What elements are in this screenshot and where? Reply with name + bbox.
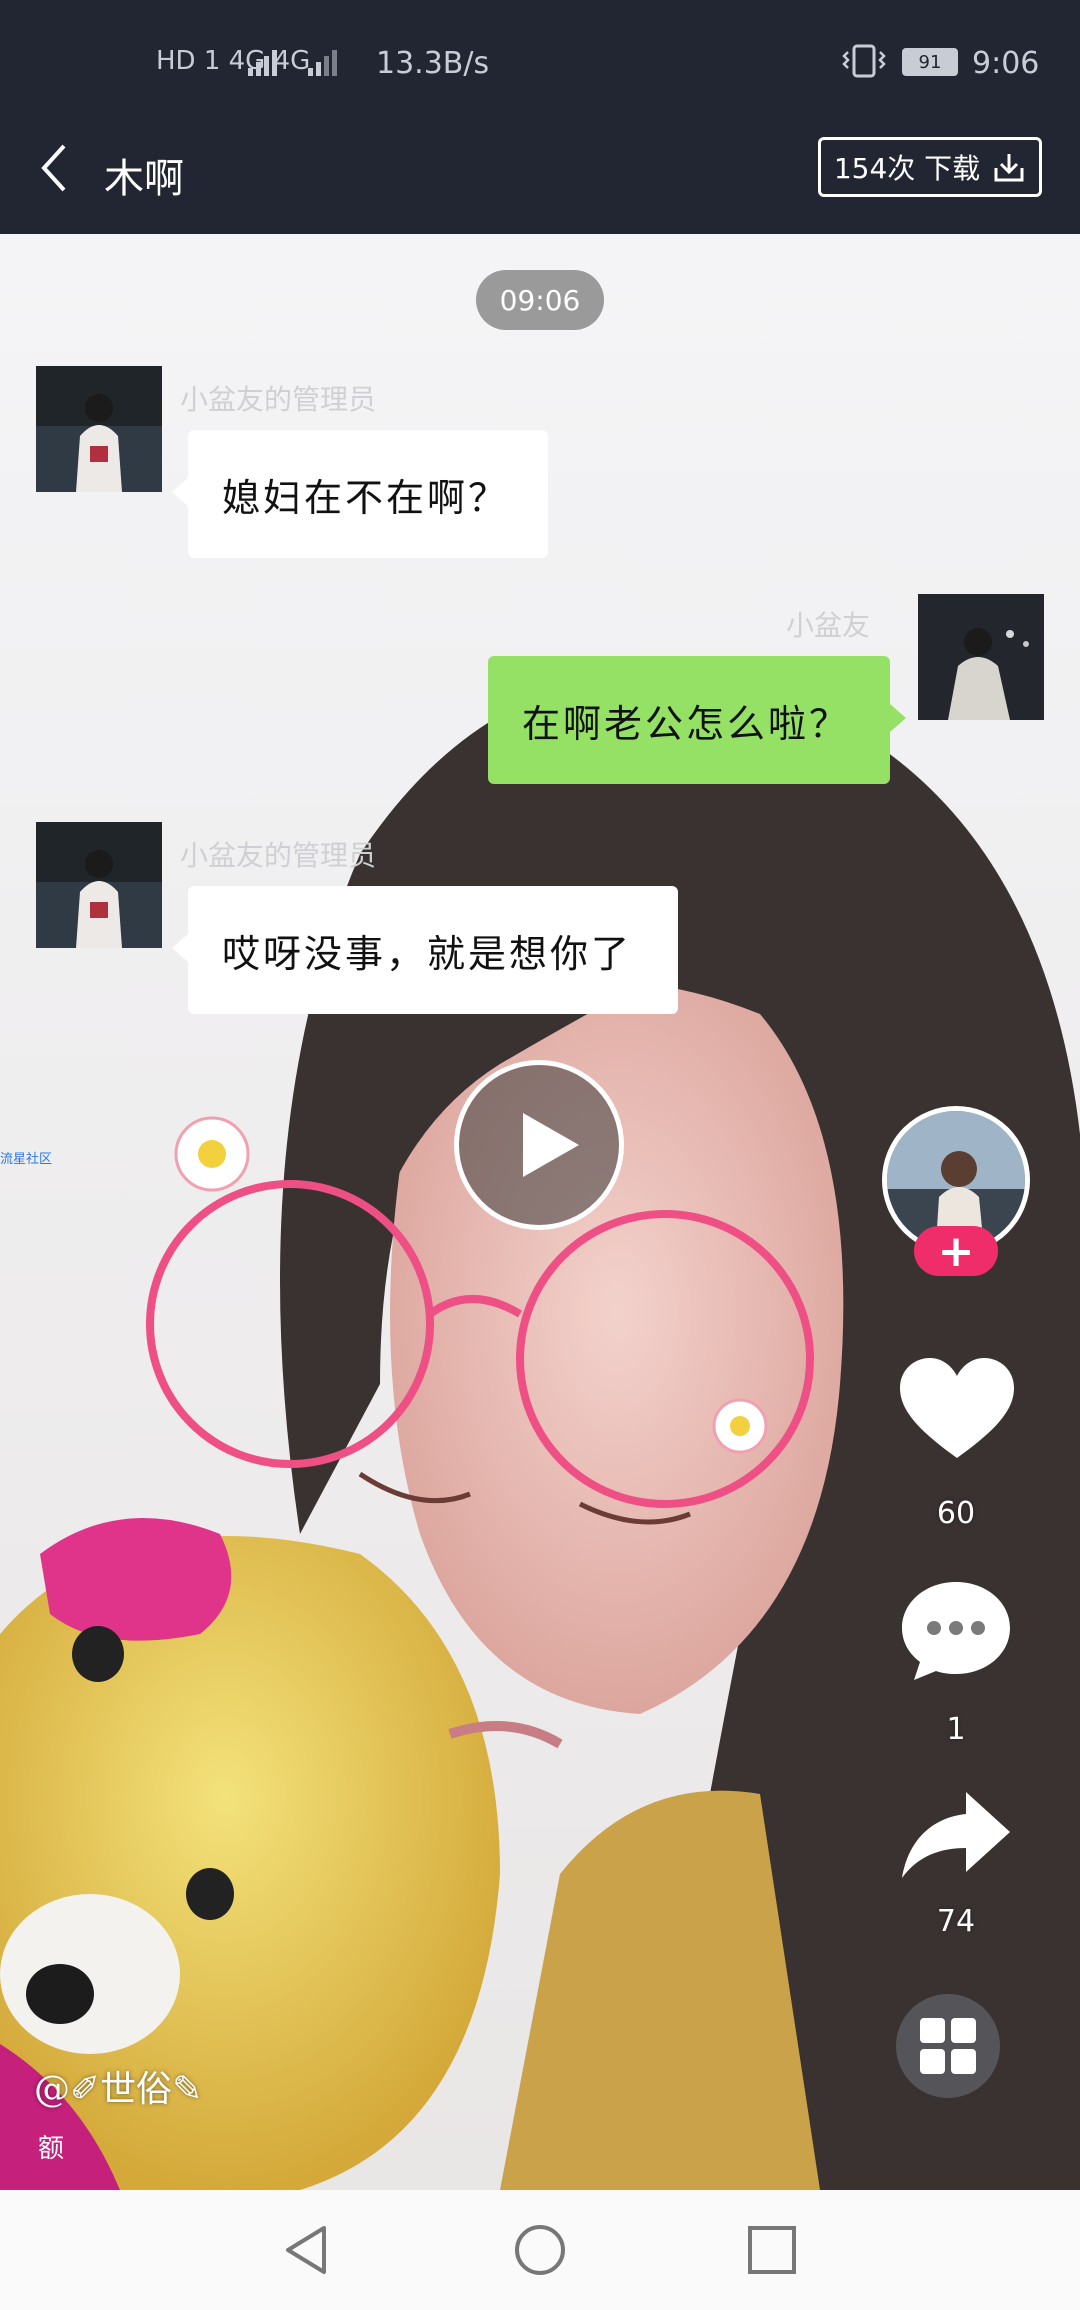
nav-back-icon[interactable] xyxy=(278,2222,334,2278)
side-link[interactable]: 流星社区 xyxy=(0,1148,52,1167)
battery-level: 91 xyxy=(918,51,942,73)
sender-avatar[interactable] xyxy=(36,822,162,948)
message-bubble[interactable]: 媳妇在不在啊？ xyxy=(188,430,548,558)
share-count: 74 xyxy=(936,1904,976,1939)
avatar-image xyxy=(918,594,1044,720)
sender-name: 小盆友的管理员 xyxy=(180,383,377,416)
download-icon xyxy=(994,154,1024,182)
signal-icon xyxy=(248,50,337,76)
vibrate-icon xyxy=(842,44,886,78)
clock: 9:06 xyxy=(972,46,1040,81)
chat-timestamp: 09:06 xyxy=(476,270,604,330)
avatar-image xyxy=(36,822,162,948)
creator-handle[interactable]: @✐世俗✎ xyxy=(34,2060,202,2112)
download-count-label: 154次 下载 xyxy=(833,152,981,185)
bubble-tail xyxy=(172,478,188,506)
comment-count: 1 xyxy=(946,1712,966,1747)
comment-icon[interactable] xyxy=(900,1578,1012,1682)
message-bubble[interactable]: 哎呀没事，就是想你了 xyxy=(188,886,678,1014)
bubble-tail xyxy=(890,704,906,732)
nav-recents-icon[interactable] xyxy=(744,2222,800,2278)
system-nav-bar xyxy=(0,2190,1080,2310)
battery-icon: 91 xyxy=(902,48,958,76)
message-bubble[interactable]: 在啊老公怎么啦？ xyxy=(488,656,890,784)
plus-icon: + xyxy=(937,1225,975,1277)
sender-name: 小盆友 xyxy=(786,609,871,642)
play-icon xyxy=(523,1113,579,1177)
heart-icon[interactable] xyxy=(898,1358,1016,1462)
page-title: 木啊 xyxy=(104,156,184,202)
grid-icon xyxy=(920,2018,976,2074)
self-avatar[interactable] xyxy=(918,594,1044,720)
play-button[interactable] xyxy=(454,1060,624,1230)
more-button[interactable] xyxy=(896,1994,1000,2098)
sender-avatar[interactable] xyxy=(36,366,162,492)
like-count: 60 xyxy=(936,1496,976,1531)
follow-button[interactable]: + xyxy=(914,1225,998,1277)
video-area[interactable]: 09:06 小盆友的管理员 媳妇在不在啊？ 小盆友 在啊老公怎么啦？ 小盆友的管… xyxy=(0,234,1080,2190)
sender-name: 小盆友的管理员 xyxy=(180,839,377,872)
status-bar: HD 1 4G 4G 13.3B/s 91 9:06 xyxy=(0,0,1080,128)
download-button[interactable]: 154次 下载 xyxy=(818,137,1042,197)
avatar-image xyxy=(36,366,162,492)
nav-home-icon[interactable] xyxy=(512,2222,568,2278)
video-description: 额 xyxy=(38,2134,65,2164)
bubble-tail xyxy=(172,934,188,962)
share-icon[interactable] xyxy=(900,1790,1012,1882)
network-speed: 13.3B/s xyxy=(376,46,490,81)
chevron-left-icon[interactable] xyxy=(30,138,90,198)
